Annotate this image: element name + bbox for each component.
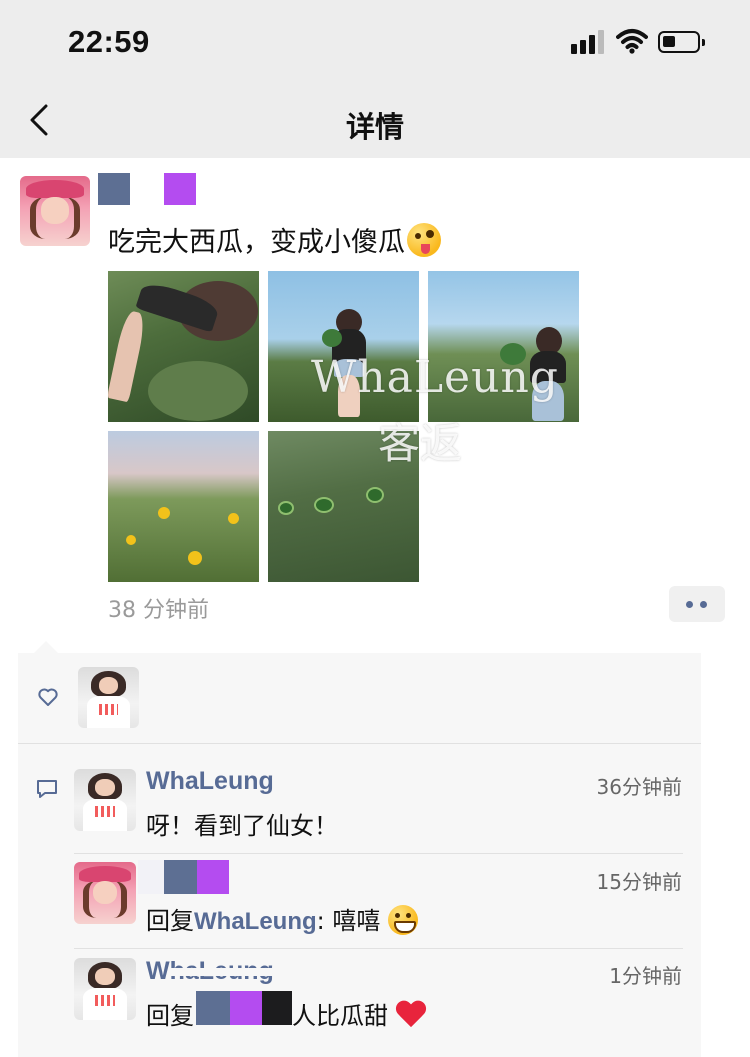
- poster-avatar[interactable]: [20, 176, 90, 246]
- comment-avatar[interactable]: [74, 958, 136, 1020]
- comment-time: 15分钟前: [596, 870, 682, 894]
- signal-icon: [571, 30, 607, 54]
- comment-avatar[interactable]: [74, 862, 136, 924]
- heart-outline-icon: [38, 688, 58, 706]
- post-text-content: 吃完大西瓜，变成小傻瓜: [108, 227, 405, 258]
- comment-author[interactable]: WhaLeung: [146, 767, 274, 796]
- liker-avatar[interactable]: [78, 667, 139, 728]
- more-dots-icon: [686, 601, 693, 608]
- reply-text: : 嘻嘻: [316, 907, 381, 935]
- reply-prefix: 回复: [146, 907, 194, 935]
- likes-row: [18, 653, 701, 744]
- status-time: 22:59: [68, 24, 150, 59]
- grinning-face-icon: [388, 905, 419, 935]
- comment-text: 回复: [146, 996, 194, 1031]
- comment-avatar[interactable]: [74, 769, 136, 831]
- watermark-subtext: 客返: [377, 419, 462, 468]
- comment-icon: [37, 780, 57, 798]
- comment-text-tail: 人比瓜甜: [292, 996, 426, 1031]
- interaction-pointer: [34, 641, 58, 653]
- page-title: 详情: [345, 110, 404, 144]
- comment-text: 回复WhaLeung: 嘻嘻: [146, 901, 419, 936]
- post-text: 吃完大西瓜，变成小傻瓜: [108, 220, 441, 259]
- comment-time: 1分钟前: [609, 964, 682, 988]
- watermark-text: WhaLeung: [311, 352, 559, 403]
- post-photo-1[interactable]: [108, 271, 259, 422]
- post-photo-4[interactable]: [108, 431, 259, 582]
- comment-divider: [74, 948, 683, 949]
- battery-icon: [658, 31, 705, 53]
- reply-prefix: 回复: [146, 1002, 194, 1030]
- comment-divider: [74, 853, 683, 854]
- status-bar: 22:59: [0, 0, 750, 84]
- wifi-icon: [616, 29, 648, 54]
- name-mask: [170, 968, 280, 976]
- reply-text: 人比瓜甜: [292, 1002, 388, 1030]
- comment-time: 36分钟前: [596, 775, 682, 799]
- poster-name-censored[interactable]: [98, 173, 198, 205]
- nav-bar: 详情: [0, 84, 750, 158]
- zany-face-icon: [407, 223, 441, 257]
- comment-text: 呀！看到了仙女！: [146, 812, 338, 840]
- post-time: 38 分钟前: [108, 598, 209, 623]
- red-heart-icon: [396, 1001, 426, 1029]
- reply-to-name[interactable]: WhaLeung: [194, 908, 317, 935]
- more-button[interactable]: [669, 586, 725, 622]
